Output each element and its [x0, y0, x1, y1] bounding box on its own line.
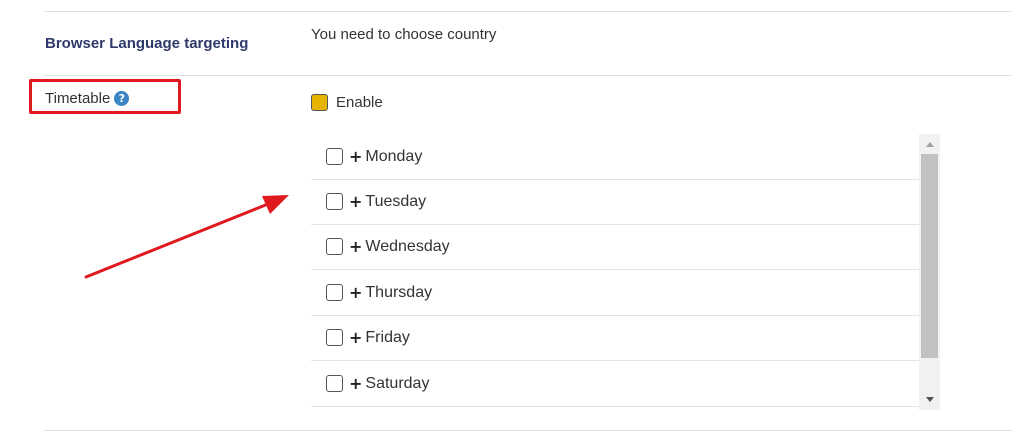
day-label: Wednesday — [365, 237, 450, 255]
day-checkbox[interactable] — [326, 329, 343, 346]
day-label: Saturday — [365, 374, 430, 392]
day-row-friday[interactable]: + Friday — [311, 315, 919, 361]
enable-label: Enable — [336, 94, 383, 111]
browser-language-label: Browser Language targeting — [45, 35, 249, 52]
day-checkbox[interactable] — [326, 238, 343, 255]
day-checkbox[interactable] — [326, 193, 343, 210]
scroll-up-icon[interactable] — [919, 136, 940, 153]
day-label: Friday — [365, 328, 410, 346]
day-checkbox[interactable] — [326, 375, 343, 392]
divider-top — [44, 11, 1012, 12]
day-row-tuesday[interactable]: + Tuesday — [311, 179, 919, 225]
day-row-monday[interactable]: + Monday — [311, 134, 919, 180]
expand-plus-icon[interactable]: + — [349, 192, 362, 211]
enable-checkbox-row[interactable]: Enable — [311, 94, 383, 111]
day-checkbox[interactable] — [326, 284, 343, 301]
annotation-highlight-box — [29, 79, 181, 114]
day-label: Tuesday — [365, 192, 427, 210]
day-row-thursday[interactable]: + Thursday — [311, 270, 919, 316]
expand-plus-icon[interactable]: + — [349, 283, 362, 302]
day-checkbox[interactable] — [326, 148, 343, 165]
expand-plus-icon[interactable]: + — [349, 374, 362, 393]
choose-country-message: You need to choose country — [311, 26, 497, 43]
day-row-wednesday[interactable]: + Wednesday — [311, 224, 919, 270]
timetable-day-list: + Monday + Tuesday + Wednesday + Thursda… — [311, 134, 919, 410]
day-list-scrollbar[interactable] — [919, 134, 940, 410]
day-label: Thursday — [365, 283, 433, 301]
day-row-saturday[interactable]: + Saturday — [311, 361, 919, 407]
scroll-down-icon[interactable] — [919, 391, 940, 408]
day-label: Monday — [365, 147, 423, 165]
scrollbar-thumb[interactable] — [921, 154, 938, 358]
enable-checkbox[interactable] — [311, 94, 328, 111]
expand-plus-icon[interactable]: + — [349, 328, 362, 347]
divider-middle — [44, 75, 1012, 76]
expand-plus-icon[interactable]: + — [349, 147, 362, 166]
expand-plus-icon[interactable]: + — [349, 237, 362, 256]
